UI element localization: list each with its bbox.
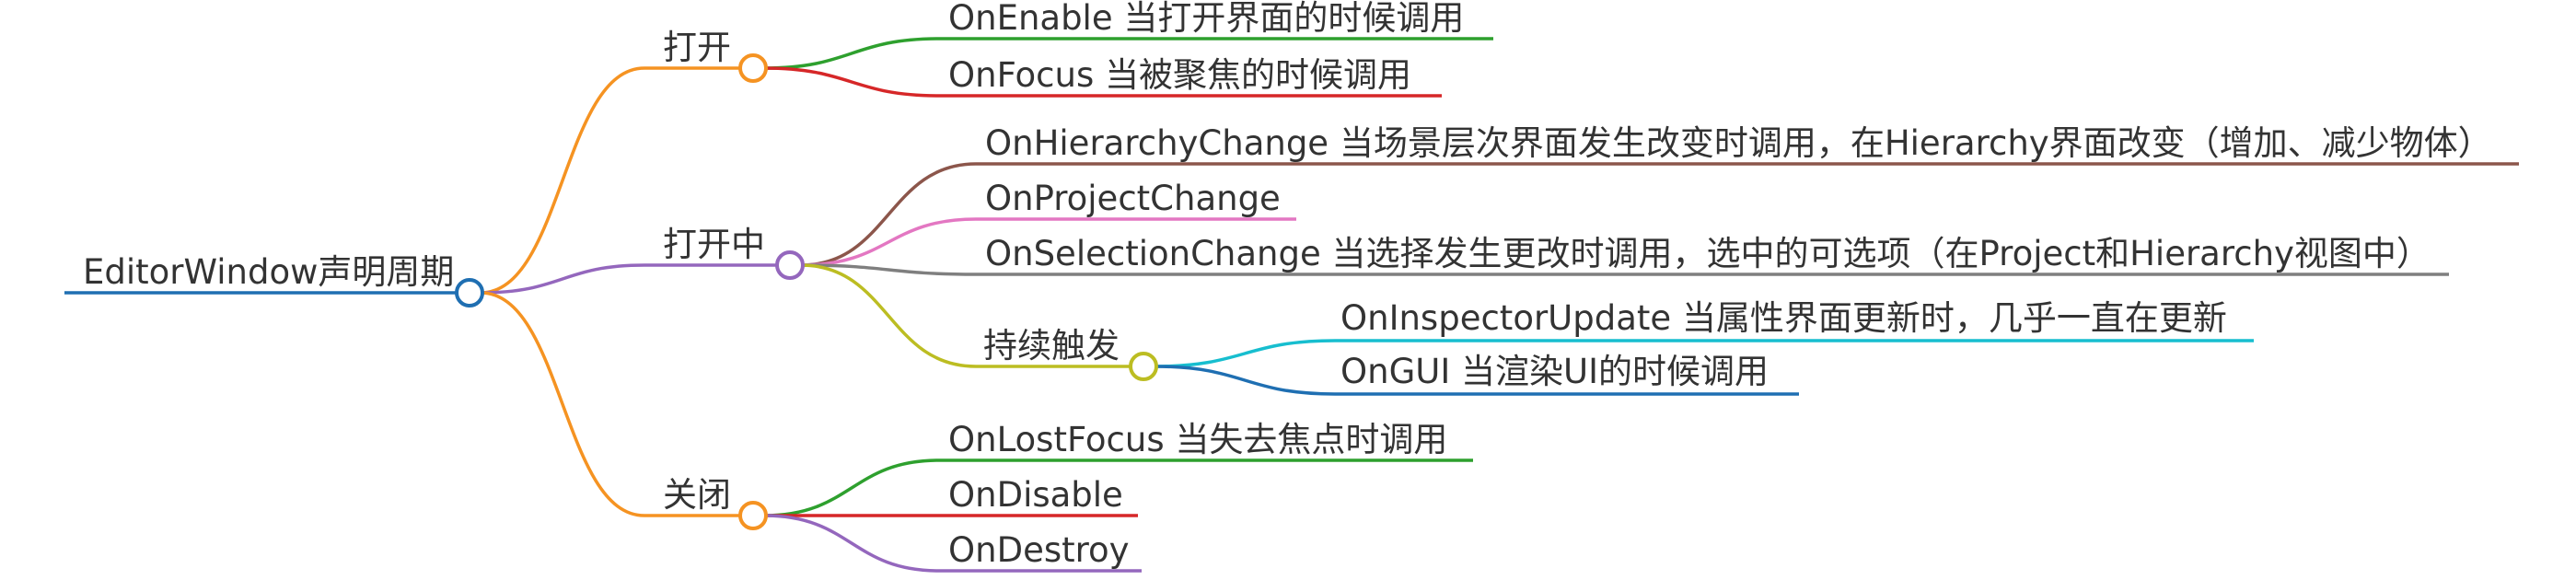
branch-edge-2 — [480, 291, 645, 517]
branch-label-2: 关闭 — [663, 475, 731, 515]
branch-collapse-toggle-0[interactable] — [738, 53, 768, 83]
leaf-edge-0-0 — [763, 37, 940, 70]
leaf-edge-1-0 — [800, 162, 977, 267]
sub-branch-edge-1-3 — [800, 263, 977, 368]
leaf-label-2-1: OnDisable — [948, 475, 1123, 515]
leaf-label-1-3-0: OnInspectorUpdate 当属性界面更新时，几乎一直在更新 — [1340, 298, 2227, 338]
root-collapse-toggle[interactable] — [455, 278, 484, 307]
leaf-label-1-1: OnProjectChange — [985, 179, 1281, 218]
branch-label-1: 打开中 — [663, 225, 765, 264]
leaf-label-0-0: OnEnable 当打开界面的时候调用 — [948, 0, 1464, 38]
leaf-edge-0-1 — [763, 66, 940, 98]
leaf-label-1-3-1: OnGUI 当渲染UI的时候调用 — [1340, 352, 1769, 391]
leaf-edge-1-1 — [800, 217, 977, 267]
branch-collapse-toggle-1[interactable] — [775, 250, 805, 280]
leaf-edge-1-3-1 — [1154, 365, 1336, 396]
leaf-edge-2-0 — [763, 458, 940, 517]
leaf-label-2-2: OnDestroy — [948, 530, 1130, 570]
branch-label-0: 打开 — [663, 28, 731, 67]
leaf-label-0-1: OnFocus 当被聚焦的时候调用 — [948, 55, 1411, 95]
leaf-label-1-0: OnHierarchyChange 当场景层次界面发生改变时调用，在Hierar… — [985, 123, 2492, 163]
branch-edge-0 — [480, 66, 645, 295]
sub-branch-label-1-3: 持续触发 — [983, 326, 1120, 365]
mindmap-diagram: EditorWindow声明周期 打开 OnEnable 当打开界面的时候调用 OnF… — [64, 0, 2519, 573]
sub-branch-collapse-toggle-1-3[interactable] — [1129, 352, 1158, 381]
leaf-edge-2-2 — [763, 514, 940, 573]
branch-edge-1 — [480, 263, 645, 295]
leaf-label-2-0: OnLostFocus 当失去焦点时调用 — [948, 420, 1447, 459]
leaf-label-1-2: OnSelectionChange 当选择发生更改时调用，选中的可选项（在Pro… — [985, 234, 2431, 273]
root-label: EditorWindow声明周期 — [83, 252, 454, 292]
branch-collapse-toggle-2[interactable] — [738, 501, 768, 530]
leaf-edge-1-3-0 — [1154, 339, 1336, 368]
